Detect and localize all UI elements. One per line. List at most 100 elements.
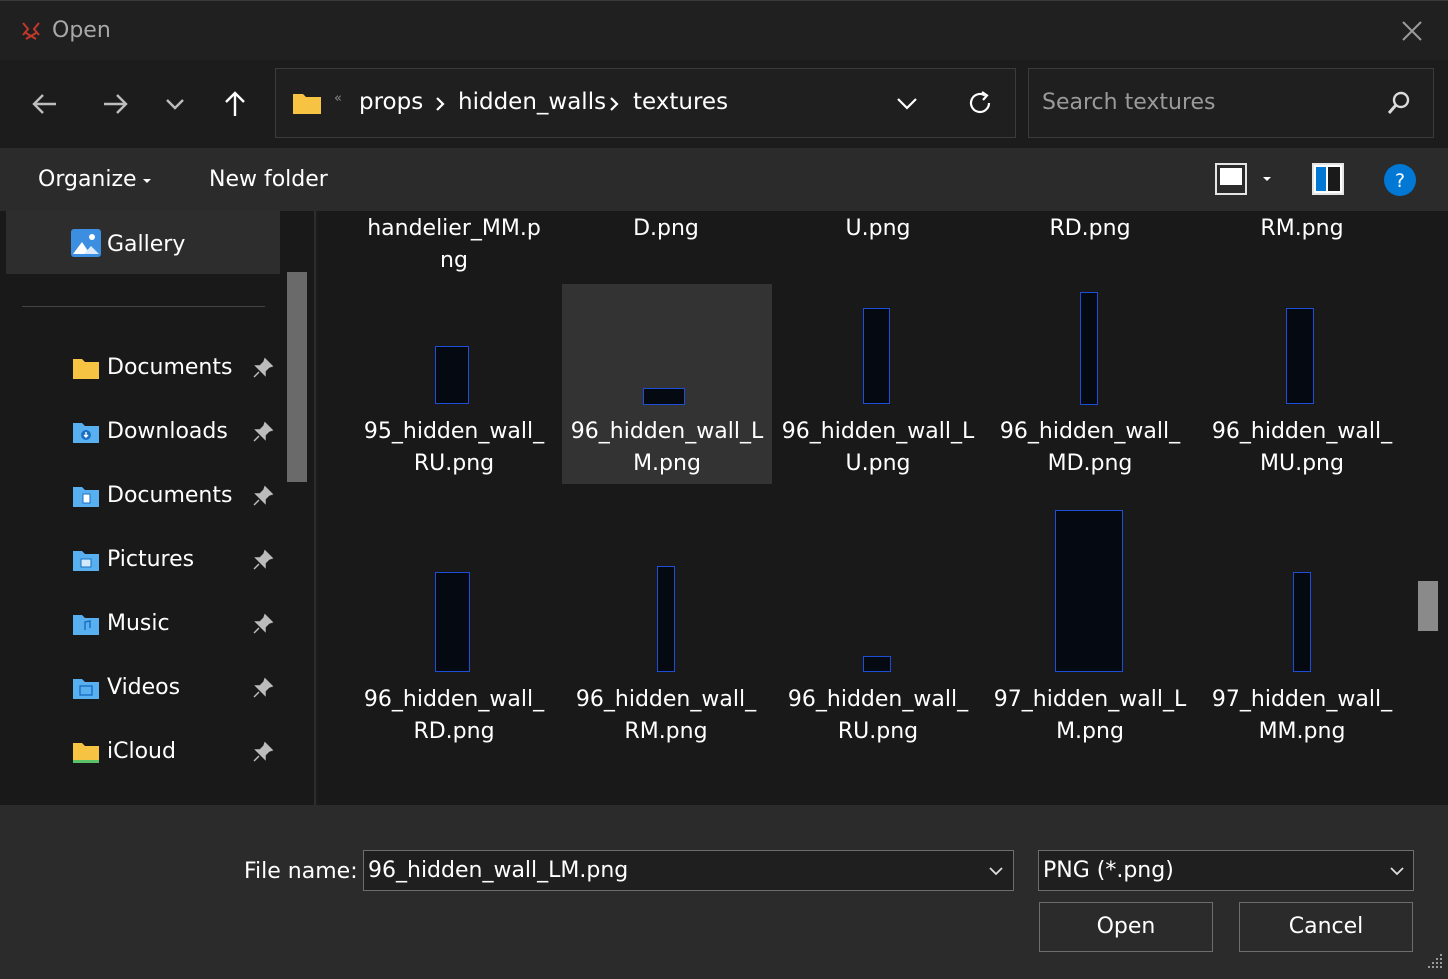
view-mode-icon[interactable] [1214, 162, 1248, 196]
navigation-pane: Gallery Documents Downloads Documents Pi… [0, 211, 316, 805]
search-icon[interactable] [1385, 89, 1413, 117]
caret-down-icon[interactable] [142, 178, 152, 184]
file-name: 96_hidden_wall_L M.png [570, 419, 764, 476]
sidebar-item-music[interactable]: Music [0, 599, 290, 655]
file-name: handelier_MM.p ng [367, 216, 541, 273]
sidebar-item-documents[interactable]: Documents [0, 343, 290, 399]
file-name: RM.png [1260, 216, 1344, 241]
file-thumbnail [643, 388, 685, 405]
file-tile[interactable]: U.png [773, 211, 983, 251]
icloud-folder-icon [73, 743, 99, 763]
recent-locations-button[interactable] [158, 84, 192, 124]
pin-icon[interactable] [252, 549, 274, 571]
sidebar-item-label: Documents [107, 483, 233, 508]
chevron-right-icon[interactable] [433, 95, 447, 113]
file-name: D.png [633, 216, 699, 241]
up-button[interactable] [218, 84, 252, 124]
sidebar-item-videos[interactable]: Videos [0, 663, 290, 719]
command-bar: Organize New folder ? [0, 148, 1448, 211]
sidebar-item-documents[interactable]: Documents [0, 471, 290, 527]
music-folder-icon [73, 615, 99, 635]
chevron-down-icon[interactable] [1389, 865, 1405, 877]
pin-icon[interactable] [252, 677, 274, 699]
sidebar-item-gallery[interactable]: Gallery [6, 211, 280, 274]
sidebar-item-pictures[interactable]: Pictures [0, 535, 290, 591]
window-title: Open [52, 18, 111, 43]
file-thumbnail [863, 308, 890, 404]
sidebar-item-label: Downloads [107, 419, 228, 444]
file-thumbnail [435, 572, 470, 672]
file-thumbnail [1055, 510, 1123, 672]
file-name: 97_hidden_wall_ MM.png [1211, 687, 1393, 744]
breadcrumb-textures[interactable]: textures [633, 89, 728, 115]
preview-pane-icon[interactable] [1311, 162, 1345, 196]
file-name: 96_hidden_wall_ MD.png [999, 419, 1181, 476]
open-button[interactable]: Open [1039, 902, 1213, 952]
file-tile[interactable]: 97_hidden_wall_ MM.png [1197, 506, 1407, 751]
new-folder-button[interactable]: New folder [209, 167, 328, 192]
address-bar[interactable]: « props hidden_walls textures [275, 68, 1016, 138]
file-type-select[interactable]: PNG (*.png) [1038, 850, 1414, 891]
file-tile[interactable]: RM.png [1197, 211, 1407, 251]
file-name-value[interactable]: 96_hidden_wall_LM.png [368, 858, 628, 883]
breadcrumb-hidden-walls[interactable]: hidden_walls [458, 89, 606, 115]
sidebar-item-label: Pictures [107, 547, 195, 572]
file-name: RD.png [1049, 216, 1131, 241]
file-tile[interactable]: 97_hidden_wall_L M.png [985, 506, 1195, 751]
app-icon [22, 22, 40, 40]
documents-folder-icon [73, 359, 99, 379]
downloads-folder-icon [73, 423, 99, 443]
chevron-down-icon[interactable] [894, 93, 920, 113]
file-tile[interactable]: 96_hidden_wall_ MU.png [1197, 284, 1407, 484]
forward-button[interactable] [98, 84, 132, 124]
file-thumbnail [435, 346, 469, 404]
help-icon[interactable]: ? [1383, 163, 1417, 197]
documents-folder-icon [73, 487, 99, 507]
svg-text:?: ? [1395, 170, 1405, 192]
file-name-field[interactable]: 96_hidden_wall_LM.png [363, 850, 1014, 891]
sidebar-item-label: Gallery [107, 232, 186, 257]
breadcrumb-overflow[interactable]: « [334, 91, 342, 106]
sidebar-item-label: iCloud [107, 739, 176, 764]
organize-button[interactable]: Organize [38, 167, 137, 192]
pin-icon[interactable] [252, 421, 274, 443]
file-tile[interactable]: 96_hidden_wall_ RM.png [561, 506, 771, 751]
sidebar-item-icloud[interactable]: iCloud [0, 727, 290, 783]
sidebar-item-label: Videos [107, 675, 181, 700]
file-tile-selected[interactable]: 96_hidden_wall_L M.png [562, 284, 772, 484]
sidebar-scrollbar-thumb[interactable] [287, 272, 307, 482]
file-list-scrollbar-thumb[interactable] [1418, 581, 1438, 631]
file-tile[interactable]: handelier_MM.p ng [349, 211, 559, 277]
file-name: 95_hidden_wall_ RU.png [363, 419, 545, 476]
sidebar-item-downloads[interactable]: Downloads [0, 407, 290, 463]
file-name: 97_hidden_wall_L M.png [993, 687, 1187, 744]
search-input[interactable]: Search textures [1042, 90, 1216, 115]
pin-icon[interactable] [252, 613, 274, 635]
file-tile[interactable]: D.png [561, 211, 771, 251]
refresh-icon[interactable] [966, 89, 994, 117]
file-tile[interactable]: 96_hidden_wall_L U.png [773, 284, 983, 484]
file-tile[interactable]: 96_hidden_wall_ MD.png [985, 284, 1195, 484]
file-tile[interactable]: RD.png [985, 211, 1195, 251]
close-icon[interactable] [1396, 15, 1428, 47]
file-tile[interactable]: 95_hidden_wall_ RU.png [349, 284, 559, 484]
pin-icon[interactable] [252, 741, 274, 763]
file-tile[interactable]: 96_hidden_wall_ RU.png [773, 506, 983, 751]
file-tile[interactable]: 96_hidden_wall_ RD.png [349, 506, 559, 751]
file-thumbnail [1293, 572, 1311, 672]
file-name-label: File name: [244, 859, 358, 884]
title-bar: Open [0, 0, 1448, 60]
caret-down-icon[interactable] [1262, 176, 1272, 182]
search-box[interactable]: Search textures [1028, 68, 1434, 138]
resize-grip-icon[interactable] [1426, 952, 1444, 970]
back-button[interactable] [28, 84, 62, 124]
file-thumbnail [1286, 308, 1314, 404]
breadcrumb-props[interactable]: props [359, 89, 423, 115]
pin-icon[interactable] [252, 485, 274, 507]
file-list: handelier_MM.p ng D.png U.png RD.png RM.… [318, 211, 1448, 805]
arrow-right-icon [104, 94, 128, 114]
pin-icon[interactable] [252, 357, 274, 379]
chevron-down-icon[interactable] [988, 865, 1004, 877]
cancel-button[interactable]: Cancel [1239, 902, 1413, 952]
chevron-right-icon[interactable] [607, 95, 621, 113]
